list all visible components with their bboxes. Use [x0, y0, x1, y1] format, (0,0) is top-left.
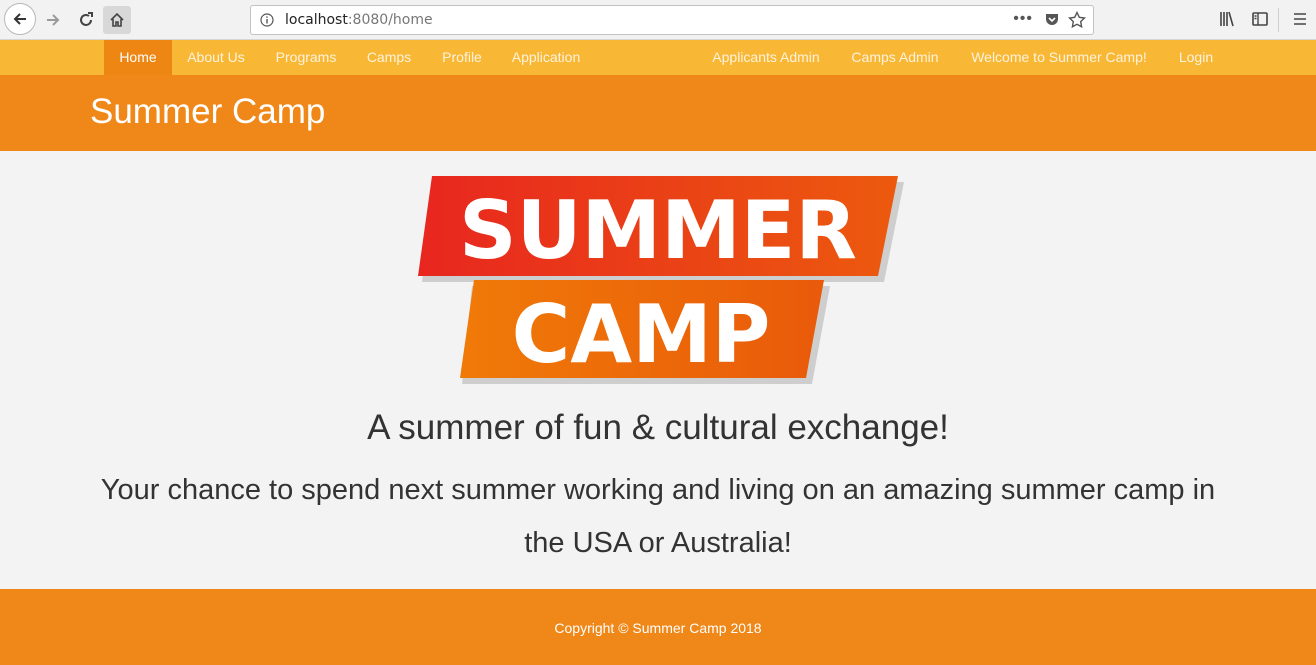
- logo-line1: SUMMER: [459, 184, 857, 277]
- nav-camps[interactable]: Camps: [358, 40, 420, 75]
- copyright-text: Copyright © Summer Camp 2018: [554, 620, 762, 636]
- reload-icon: [80, 12, 93, 26]
- sidebar-icon[interactable]: [1251, 10, 1269, 28]
- nav-profile[interactable]: Profile: [432, 40, 492, 75]
- home-icon: [110, 12, 124, 27]
- intro-text: Your chance to spend next summer working…: [100, 474, 1216, 559]
- site-navbar: Home About Us Programs Camps Profile App…: [0, 40, 1316, 75]
- nav-home[interactable]: Home: [104, 40, 172, 75]
- url-host: localhost: [285, 12, 348, 28]
- pocket-icon[interactable]: [1044, 12, 1060, 28]
- nav-camps-admin[interactable]: Camps Admin: [843, 40, 947, 75]
- reload-button[interactable]: [71, 5, 101, 35]
- arrow-left-icon: [13, 13, 26, 25]
- nav-programs[interactable]: Programs: [266, 40, 346, 75]
- nav-about-us[interactable]: About Us: [178, 40, 254, 75]
- nav-application[interactable]: Application: [504, 40, 588, 75]
- home-button[interactable]: [103, 6, 131, 34]
- info-icon[interactable]: [260, 13, 274, 27]
- site-footer: Copyright © Summer Camp 2018: [0, 589, 1316, 665]
- back-button[interactable]: [4, 3, 36, 35]
- nav-welcome[interactable]: Welcome to Summer Camp!: [962, 40, 1156, 75]
- library-icon[interactable]: [1218, 10, 1236, 28]
- arrow-right-icon: [47, 14, 60, 26]
- browser-toolbar: localhost:8080/home •••: [0, 0, 1316, 40]
- summer-camp-logo: SUMMER CAMP: [410, 170, 910, 390]
- url-bar[interactable]: localhost:8080/home •••: [250, 5, 1094, 35]
- forward-button[interactable]: [38, 5, 68, 35]
- hamburger-menu-icon[interactable]: [1292, 10, 1308, 28]
- toolbar-divider: [1278, 8, 1279, 32]
- url-path: :8080/home: [347, 12, 433, 28]
- nav-login[interactable]: Login: [1170, 40, 1222, 75]
- logo-line2: CAMP: [512, 288, 771, 381]
- tagline: A summer of fun & cultural exchange!: [367, 408, 949, 447]
- logo-graphic: SUMMER CAMP: [418, 176, 904, 384]
- url-text[interactable]: localhost:8080/home: [285, 12, 433, 28]
- page-title: Summer Camp: [90, 92, 326, 131]
- site-header: Summer Camp: [0, 75, 1316, 151]
- bookmark-star-icon[interactable]: [1068, 11, 1086, 29]
- nav-applicants-admin[interactable]: Applicants Admin: [704, 40, 828, 75]
- more-actions-icon[interactable]: •••: [1013, 10, 1033, 28]
